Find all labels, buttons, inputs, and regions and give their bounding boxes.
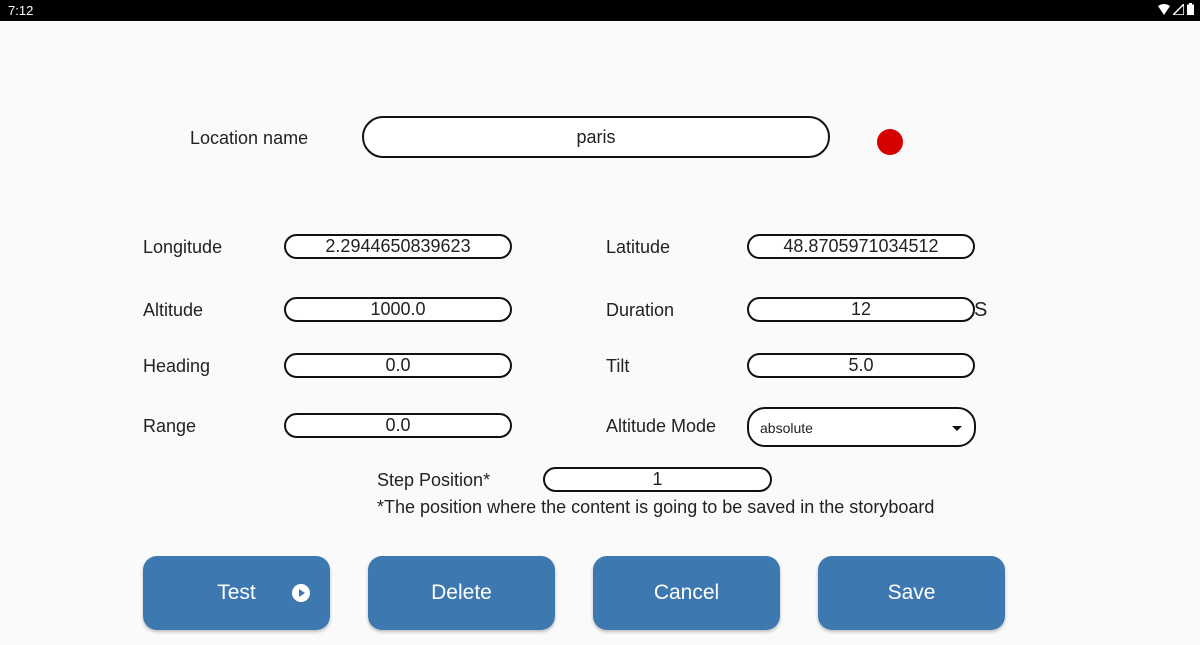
altitude-mode-label: Altitude Mode	[606, 416, 717, 436]
duration-label: Duration	[606, 300, 675, 320]
step-position-label: Step Position*	[377, 470, 491, 490]
duration-unit: S	[974, 299, 988, 321]
battery-icon	[1187, 3, 1194, 15]
altitude-label: Altitude	[143, 300, 204, 320]
cancel-button[interactable]: Cancel	[593, 556, 780, 630]
altitude-mode-select[interactable]: absolute	[747, 407, 976, 447]
location-name-label: Location name	[190, 128, 309, 148]
delete-button-label: Delete	[431, 581, 492, 604]
step-position-input[interactable]: 1	[543, 467, 772, 492]
altitude-mode-value: absolute	[760, 420, 813, 436]
tilt-label: Tilt	[606, 356, 630, 376]
status-dot	[877, 129, 903, 155]
save-button-label: Save	[887, 581, 936, 604]
tilt-input[interactable]: 5.0	[747, 353, 975, 378]
status-bar: 7:12	[0, 0, 1200, 21]
play-icon	[292, 584, 310, 602]
duration-input[interactable]: 12	[747, 297, 975, 322]
range-label: Range	[143, 416, 197, 436]
status-time: 7:12	[8, 3, 34, 18]
status-icons	[1158, 3, 1194, 15]
longitude-label: Longitude	[143, 237, 223, 257]
location-name-input[interactable]: paris	[362, 116, 830, 158]
step-position-note: *The position where the content is going…	[377, 497, 935, 517]
heading-label: Heading	[143, 356, 211, 376]
cancel-button-label: Cancel	[653, 581, 720, 604]
heading-input[interactable]: 0.0	[284, 353, 512, 378]
signal-icon	[1173, 3, 1184, 15]
longitude-input[interactable]: 2.2944650839623	[284, 234, 512, 259]
test-button[interactable]: Test	[143, 556, 330, 630]
dropdown-arrow-icon	[952, 426, 962, 431]
altitude-input[interactable]: 1000.0	[284, 297, 512, 322]
wifi-icon	[1158, 3, 1170, 15]
test-button-label: Test	[217, 581, 256, 604]
delete-button[interactable]: Delete	[368, 556, 555, 630]
save-button[interactable]: Save	[818, 556, 1005, 630]
latitude-input[interactable]: 48.8705971034512	[747, 234, 975, 259]
latitude-label: Latitude	[606, 237, 671, 257]
range-input[interactable]: 0.0	[284, 413, 512, 438]
